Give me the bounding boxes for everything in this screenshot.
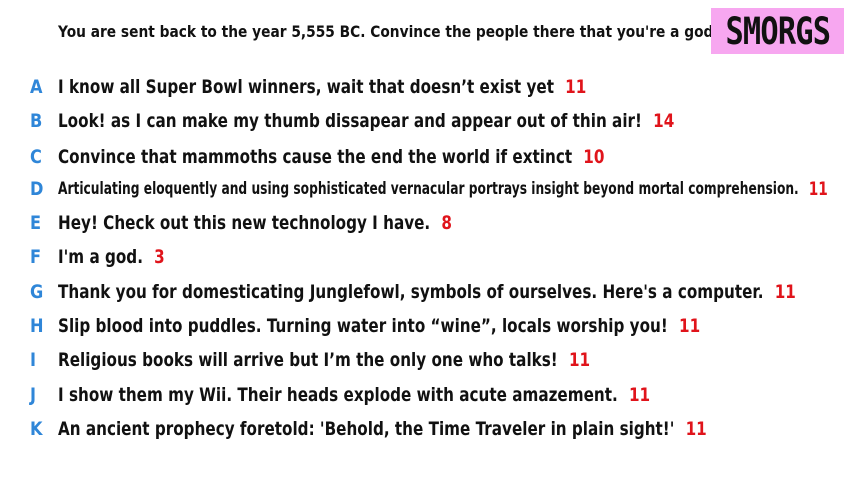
answer-score: 11 bbox=[808, 178, 828, 200]
answer-list: A I know all Super Bowl winners, wait th… bbox=[0, 0, 853, 480]
answer-letter: G bbox=[30, 281, 44, 303]
answer-score: 11 bbox=[678, 315, 701, 337]
answer-score: 11 bbox=[628, 384, 651, 406]
answer-text: Convince that mammoths cause the end the… bbox=[58, 146, 573, 168]
answer-text: I show them my Wii. Their heads explode … bbox=[58, 384, 618, 406]
answer-text: An ancient prophecy foretold: 'Behold, t… bbox=[58, 418, 675, 440]
answer-score: 10 bbox=[583, 146, 605, 168]
answer-text: Look! as I can make my thumb dissapear a… bbox=[58, 110, 642, 132]
answer-text: Religious books will arrive but I’m the … bbox=[58, 349, 558, 371]
answer-text: Hey! Check out this new technology I hav… bbox=[58, 212, 431, 234]
answer-score: 11 bbox=[565, 76, 587, 98]
answer-score: 14 bbox=[653, 110, 675, 132]
answer-score: 11 bbox=[774, 281, 796, 303]
answer-text: Thank you for domesticating Junglefowl, … bbox=[58, 281, 764, 303]
answer-letter: E bbox=[30, 212, 42, 234]
answer-letter: A bbox=[30, 76, 43, 98]
answer-text: Slip blood into puddles. Turning water i… bbox=[58, 315, 668, 337]
answer-text: Articulating eloquently and using sophis… bbox=[58, 179, 799, 199]
answer-text: I'm a god. bbox=[58, 246, 143, 268]
answer-score: 3 bbox=[154, 246, 165, 268]
answer-score: 11 bbox=[685, 418, 707, 440]
answer-letter: C bbox=[30, 146, 42, 168]
answer-letter: B bbox=[30, 110, 43, 132]
answer-letter: H bbox=[30, 315, 44, 337]
answer-letter: I bbox=[30, 349, 37, 371]
answer-score: 8 bbox=[441, 212, 452, 234]
answer-letter: K bbox=[30, 418, 43, 440]
answer-letter: J bbox=[30, 384, 37, 406]
answer-letter: D bbox=[30, 178, 44, 200]
answer-letter: F bbox=[30, 246, 42, 268]
answer-text: I know all Super Bowl winners, wait that… bbox=[58, 76, 554, 98]
answer-score: 11 bbox=[568, 349, 591, 371]
